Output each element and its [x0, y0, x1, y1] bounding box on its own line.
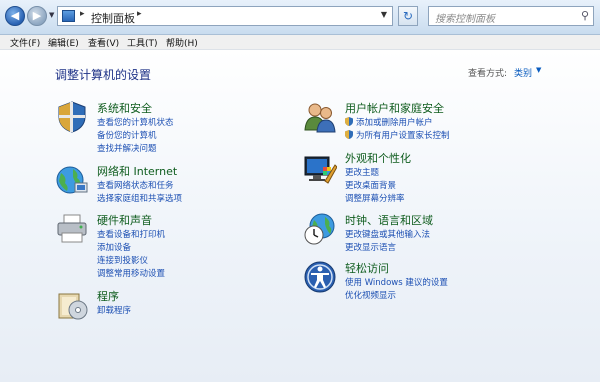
address-bar[interactable]: ▸ 控制面板 ▸ ▼ [57, 6, 393, 26]
link-uninstall-program[interactable]: 卸载程序 [97, 304, 131, 316]
address-toolbar: ◀ ▶ ▼ ▸ 控制面板 ▸ ▼ ↻ 搜索控制面板 ⚲ [0, 0, 600, 35]
category-clock-language-region[interactable]: 时钟、语言和区域 [345, 212, 433, 228]
link-parental-controls[interactable]: 为所有用户设置家长控制 [356, 129, 450, 141]
menu-tools[interactable]: 工具(T) [127, 36, 158, 49]
refresh-button[interactable]: ↻ [398, 6, 418, 26]
recent-pages-dropdown-icon[interactable]: ▼ [49, 11, 54, 19]
chevron-right-icon[interactable]: ▸ [137, 9, 142, 19]
printer-icon[interactable] [55, 212, 89, 246]
address-dropdown-icon[interactable]: ▼ [381, 10, 387, 19]
appearance-monitor-icon[interactable] [303, 153, 337, 187]
uac-shield-icon [345, 130, 353, 139]
link-change-theme[interactable]: 更改主题 [345, 166, 379, 178]
search-placeholder: 搜索控制面板 [435, 14, 495, 25]
link-view-computer-status[interactable]: 查看您的计算机状态 [97, 116, 174, 128]
link-change-display-language[interactable]: 更改显示语言 [345, 241, 396, 253]
menu-help[interactable]: 帮助(H) [166, 36, 198, 49]
link-mobility-settings[interactable]: 调整常用移动设置 [97, 267, 165, 279]
back-button[interactable]: ◀ [5, 6, 25, 26]
user-accounts-icon[interactable] [303, 100, 337, 134]
category-programs[interactable]: 程序 [97, 288, 119, 304]
link-backup-computer[interactable]: 备份您的计算机 [97, 129, 157, 141]
link-windows-suggested-settings[interactable]: 使用 Windows 建议的设置 [345, 276, 448, 288]
page-title: 调整计算机的设置 [55, 68, 152, 82]
chevron-right-icon[interactable]: ▸ [80, 9, 85, 19]
link-add-device[interactable]: 添加设备 [97, 241, 131, 253]
link-optimize-visual-display[interactable]: 优化视频显示 [345, 289, 396, 301]
category-hardware-sound[interactable]: 硬件和声音 [97, 212, 152, 228]
ease-of-access-icon[interactable] [303, 260, 337, 294]
menu-bar: 文件(F) 编辑(E) 查看(V) 工具(T) 帮助(H) [0, 35, 600, 50]
link-view-network-status[interactable]: 查看网络状态和任务 [97, 179, 174, 191]
view-by-label: 查看方式: [468, 69, 508, 79]
link-add-remove-accounts[interactable]: 添加或删除用户帐户 [356, 116, 433, 128]
link-connect-projector[interactable]: 连接到投影仪 [97, 254, 148, 266]
link-change-keyboard-input[interactable]: 更改键盘或其他输入法 [345, 228, 430, 240]
link-devices-printers[interactable]: 查看设备和打印机 [97, 228, 165, 240]
search-input[interactable]: 搜索控制面板 ⚲ [428, 6, 594, 26]
programs-icon[interactable] [55, 288, 89, 322]
category-user-accounts[interactable]: 用户帐户和家庭安全 [345, 100, 444, 116]
view-by-dropdown[interactable]: 类别 [514, 66, 532, 79]
category-system-security[interactable]: 系统和安全 [97, 100, 152, 116]
menu-view[interactable]: 查看(V) [88, 36, 119, 49]
link-find-fix-problems[interactable]: 查找并解决问题 [97, 142, 157, 154]
category-appearance-personalization[interactable]: 外观和个性化 [345, 150, 411, 166]
link-adjust-resolution[interactable]: 调整屏幕分辨率 [345, 192, 405, 204]
clock-globe-icon[interactable] [303, 212, 337, 246]
category-ease-of-access[interactable]: 轻松访问 [345, 260, 389, 276]
link-change-desktop-background[interactable]: 更改桌面背景 [345, 179, 396, 191]
forward-button[interactable]: ▶ [27, 6, 47, 26]
system-security-shield-icon[interactable] [55, 100, 89, 134]
uac-shield-icon [345, 117, 353, 126]
menu-edit[interactable]: 编辑(E) [48, 36, 79, 49]
category-network-internet[interactable]: 网络和 Internet [97, 163, 177, 179]
breadcrumb-control-panel[interactable]: 控制面板 [91, 10, 135, 26]
search-icon[interactable]: ⚲ [581, 9, 589, 22]
chevron-down-icon[interactable]: ▼ [536, 66, 541, 74]
control-panel-content: 调整计算机的设置 查看方式: 类别 ▼ 系统和安全 查看您的计算机状态 备份您的… [0, 50, 600, 382]
control-panel-icon [62, 10, 75, 22]
link-homegroup-sharing[interactable]: 选择家庭组和共享选项 [97, 192, 182, 204]
network-globe-icon[interactable] [55, 163, 89, 197]
menu-file[interactable]: 文件(F) [10, 36, 40, 49]
